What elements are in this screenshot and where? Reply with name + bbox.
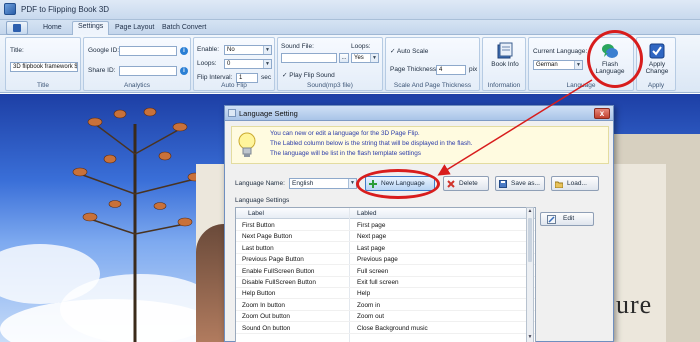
annotation-arrow xyxy=(437,79,593,176)
